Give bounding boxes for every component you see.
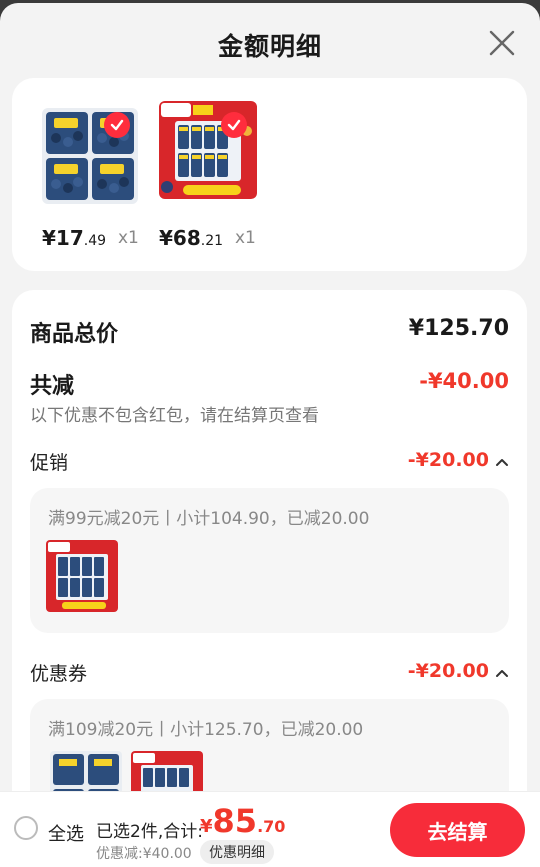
detail-card: 商品总价 ¥125.70 共减 -¥40.00 以下优惠不包含红包，请在结算页查… [12, 290, 527, 867]
total-reduce-value: -¥40.00 [419, 369, 509, 393]
promo-label: 促销 [30, 452, 69, 474]
amount-detail-sheet: 金额明细 ¥17.49 x1 ¥68.21 x1 商品总价 ¥125.70 共减… [0, 3, 540, 867]
product-price: ¥17.49 [42, 226, 107, 250]
discount-amount: 优惠减:¥40.00 [96, 846, 192, 862]
discount-detail-button[interactable]: 优惠明细 [200, 840, 274, 864]
products-card: ¥17.49 x1 ¥68.21 x1 [12, 78, 527, 271]
select-all-radio[interactable] [14, 816, 38, 840]
close-icon[interactable] [486, 27, 518, 59]
coupon-label: 优惠券 [30, 663, 88, 685]
selected-summary: 已选2件,合计: [96, 822, 203, 842]
promo-value[interactable]: -¥20.00 [408, 449, 489, 471]
coupon-rule: 满109减20元丨小计125.70，已减20.00 [48, 720, 364, 740]
product-price: ¥68.21 [159, 226, 224, 250]
checkmark-icon[interactable] [104, 112, 130, 138]
select-all-label[interactable]: 全选 [48, 820, 84, 846]
sheet-title: 金额明细 [217, 32, 322, 61]
promo-rule: 满99元减20元丨小计104.90，已减20.00 [48, 509, 370, 529]
checkout-button[interactable]: 去结算 [390, 803, 525, 857]
total-amount: ¥85.70 [200, 802, 286, 840]
total-price-label: 商品总价 [30, 322, 119, 347]
coupon-value[interactable]: -¥20.00 [408, 660, 489, 682]
chevron-up-icon[interactable] [495, 665, 509, 679]
total-price-value: ¥125.70 [408, 316, 509, 341]
product-qty: x1 [118, 228, 139, 248]
product-qty: x1 [235, 228, 256, 248]
discount-note: 以下优惠不包含红包，请在结算页查看 [30, 406, 319, 426]
promo-detail-box: 满99元减20元丨小计104.90，已减20.00 [30, 488, 509, 633]
promo-product-image [46, 540, 118, 612]
checkmark-icon[interactable] [221, 112, 247, 138]
chevron-up-icon[interactable] [495, 454, 509, 468]
checkout-bar: 全选 已选2件,合计: ¥85.70 优惠减:¥40.00 优惠明细 去结算 [0, 791, 540, 867]
total-reduce-label: 共减 [30, 374, 75, 399]
